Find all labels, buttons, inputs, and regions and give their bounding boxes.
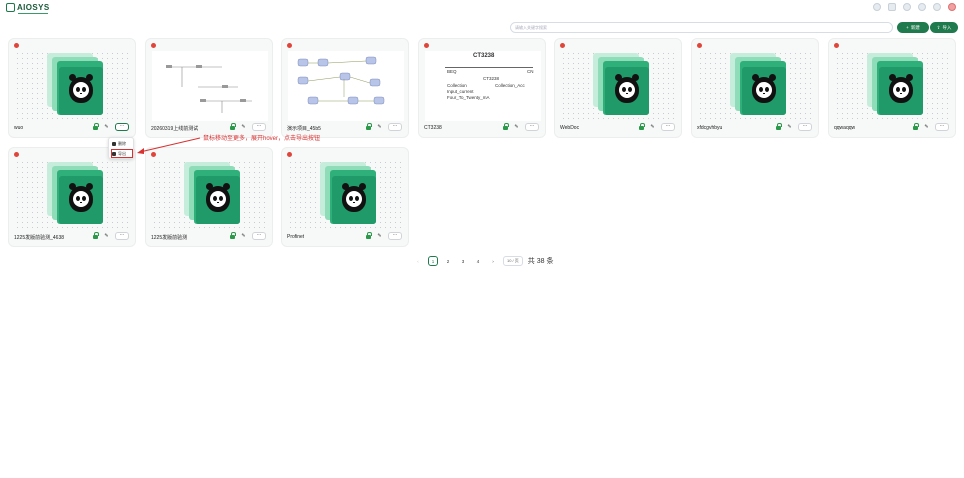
annotation-arrow-head	[137, 148, 144, 154]
prev-page-button[interactable]: ‹	[413, 256, 423, 266]
annotation-text: 鼠标移动至更多，展开hover，点击导出按钮	[203, 136, 321, 142]
page-4[interactable]: 4	[473, 256, 483, 266]
page-size-select[interactable]: 10 / 页	[503, 256, 523, 266]
page-3[interactable]: 3	[458, 256, 468, 266]
next-page-button[interactable]: ›	[488, 256, 498, 266]
total-count: 共 38 条	[527, 258, 554, 265]
page-1[interactable]: 1	[428, 256, 438, 266]
pagination: ‹ 1 2 3 4 › 10 / 页 共 38 条	[413, 256, 553, 266]
page-2[interactable]: 2	[443, 256, 453, 266]
annotation-arrow	[137, 137, 201, 154]
annotation-arrow-line	[139, 137, 201, 153]
